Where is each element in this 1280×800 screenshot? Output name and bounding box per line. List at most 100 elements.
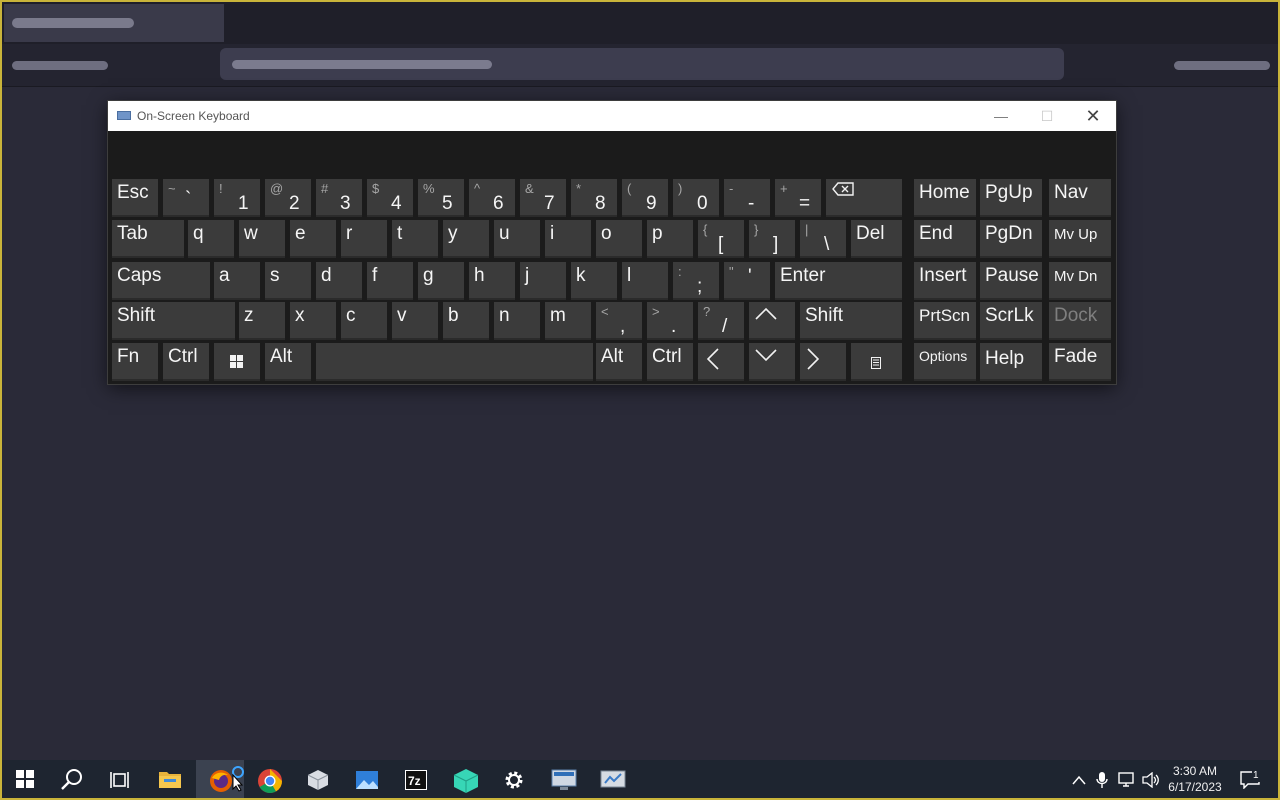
- key-0[interactable]: ) 0: [673, 179, 719, 217]
- key-insert[interactable]: Insert: [914, 262, 976, 300]
- key-o[interactable]: o: [596, 220, 642, 258]
- file-explorer-button[interactable]: [146, 760, 194, 798]
- key-enter[interactable]: Enter: [775, 262, 902, 300]
- key-home[interactable]: Home: [914, 179, 976, 217]
- key-q[interactable]: q: [188, 220, 234, 258]
- key-down[interactable]: [749, 343, 795, 381]
- box-app-button[interactable]: [294, 760, 342, 798]
- key-minus[interactable]: --: [724, 179, 770, 217]
- address-bar[interactable]: [220, 48, 1064, 80]
- key-semicolon[interactable]: :;: [673, 262, 719, 300]
- key-tab[interactable]: Tab: [112, 220, 184, 258]
- key-esc[interactable]: Esc: [112, 179, 158, 217]
- remote-desktop-button[interactable]: [539, 760, 587, 798]
- photos-button[interactable]: [343, 760, 391, 798]
- key-f[interactable]: f: [367, 262, 413, 300]
- key-caps[interactable]: Caps: [112, 262, 210, 300]
- key-p[interactable]: p: [647, 220, 693, 258]
- key-backtick[interactable]: ~ `: [163, 179, 209, 217]
- key-quote[interactable]: " ': [724, 262, 770, 300]
- key-ctrl-right[interactable]: Ctrl: [647, 343, 693, 381]
- key-h[interactable]: h: [469, 262, 515, 300]
- key-equals[interactable]: + =: [775, 179, 821, 217]
- key-rbracket[interactable]: }]: [749, 220, 795, 258]
- key-t[interactable]: t: [392, 220, 438, 258]
- key-end[interactable]: End: [914, 220, 976, 258]
- clock[interactable]: 3:30 AM 6/17/2023: [1162, 763, 1228, 795]
- search-button[interactable]: [48, 760, 96, 798]
- key-x[interactable]: x: [290, 302, 336, 340]
- close-button[interactable]: ✕: [1070, 101, 1116, 131]
- key-k[interactable]: k: [571, 262, 617, 300]
- key-slash[interactable]: ? /: [698, 302, 744, 340]
- chrome-button[interactable]: [245, 760, 293, 798]
- key-l[interactable]: l: [622, 262, 668, 300]
- key-dock[interactable]: Dock: [1049, 302, 1111, 340]
- key-left[interactable]: [698, 343, 744, 381]
- minimize-button[interactable]: —: [978, 101, 1024, 131]
- key-mvup[interactable]: Mv Up: [1049, 220, 1111, 258]
- maximize-button[interactable]: ☐: [1024, 101, 1070, 131]
- key-m[interactable]: m: [545, 302, 591, 340]
- key-e[interactable]: e: [290, 220, 336, 258]
- cube-app-button[interactable]: [441, 760, 489, 798]
- key-windows[interactable]: [214, 343, 260, 381]
- key-6[interactable]: ^ 6: [469, 179, 515, 217]
- key-v[interactable]: v: [392, 302, 438, 340]
- network-app-button[interactable]: [588, 760, 636, 798]
- key-4[interactable]: $4: [367, 179, 413, 217]
- key-backslash[interactable]: | \: [800, 220, 846, 258]
- key-i[interactable]: i: [545, 220, 591, 258]
- key-7[interactable]: & 7: [520, 179, 566, 217]
- key-right[interactable]: [800, 343, 846, 381]
- start-button[interactable]: [2, 760, 50, 798]
- key-pgup[interactable]: PgUp: [980, 179, 1042, 217]
- key-n[interactable]: n: [494, 302, 540, 340]
- key-r[interactable]: r: [341, 220, 387, 258]
- key-fn[interactable]: Fn: [112, 343, 158, 381]
- key-scrlk[interactable]: ScrLk: [980, 302, 1042, 340]
- key-b[interactable]: b: [443, 302, 489, 340]
- key-d[interactable]: d: [316, 262, 362, 300]
- key-alt-right[interactable]: Alt: [596, 343, 642, 381]
- key-lbracket[interactable]: {[: [698, 220, 744, 258]
- key-g[interactable]: g: [418, 262, 464, 300]
- key-s[interactable]: s: [265, 262, 311, 300]
- key-9[interactable]: (9: [622, 179, 668, 217]
- settings-button[interactable]: [490, 760, 538, 798]
- key-y[interactable]: y: [443, 220, 489, 258]
- key-2[interactable]: @2: [265, 179, 311, 217]
- task-view-button[interactable]: [96, 760, 144, 798]
- key-period[interactable]: >.: [647, 302, 693, 340]
- firefox-button[interactable]: [196, 760, 244, 798]
- key-ctrl-left[interactable]: Ctrl: [163, 343, 209, 381]
- key-pause[interactable]: Pause: [980, 262, 1042, 300]
- key-options[interactable]: Options: [914, 343, 976, 381]
- key-nav[interactable]: Nav: [1049, 179, 1111, 217]
- key-1[interactable]: ! 1: [214, 179, 260, 217]
- key-prtscn[interactable]: PrtScn: [914, 302, 976, 340]
- key-del[interactable]: Del: [851, 220, 902, 258]
- key-w[interactable]: w: [239, 220, 285, 258]
- key-up[interactable]: [749, 302, 795, 340]
- key-comma[interactable]: <,: [596, 302, 642, 340]
- key-3[interactable]: #3: [316, 179, 362, 217]
- key-shift-left[interactable]: Shift: [112, 302, 235, 340]
- key-shift-right[interactable]: Shift: [800, 302, 902, 340]
- key-space[interactable]: [316, 343, 593, 381]
- 7zip-button[interactable]: 7z: [392, 760, 440, 798]
- key-mvdn[interactable]: Mv Dn: [1049, 262, 1111, 300]
- key-j[interactable]: j: [520, 262, 566, 300]
- key-c[interactable]: c: [341, 302, 387, 340]
- key-alt-left[interactable]: Alt: [265, 343, 311, 381]
- title-bar[interactable]: On-Screen Keyboard — ☐ ✕: [108, 101, 1116, 131]
- key-u[interactable]: u: [494, 220, 540, 258]
- key-help[interactable]: Help: [980, 343, 1042, 381]
- key-z[interactable]: z: [239, 302, 285, 340]
- key-5[interactable]: % 5: [418, 179, 464, 217]
- key-menu[interactable]: [851, 343, 902, 381]
- key-pgdn[interactable]: PgDn: [980, 220, 1042, 258]
- key-a[interactable]: a: [214, 262, 260, 300]
- key-fade[interactable]: Fade: [1049, 343, 1111, 381]
- browser-tab[interactable]: [4, 4, 224, 42]
